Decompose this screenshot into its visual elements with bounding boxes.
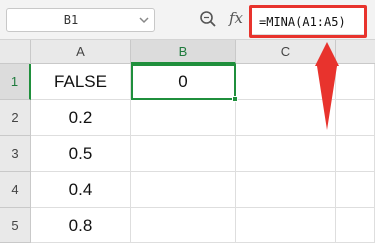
row-header-2[interactable]: 2: [0, 100, 31, 136]
column-header-blank[interactable]: [336, 40, 375, 64]
cell-a2[interactable]: 0.2: [31, 100, 131, 136]
cell-c5[interactable]: [236, 208, 336, 243]
column-header-a[interactable]: A: [31, 40, 131, 64]
active-cell-selection: [131, 64, 236, 100]
cell-d4[interactable]: [336, 172, 375, 208]
row-header-1[interactable]: 1: [0, 64, 31, 100]
column-header-b[interactable]: B: [131, 40, 236, 64]
cell-c3[interactable]: [236, 136, 336, 172]
row-header-3[interactable]: 3: [0, 136, 31, 172]
cell-a3[interactable]: 0.5: [31, 136, 131, 172]
cell-a4[interactable]: 0.4: [31, 172, 131, 208]
cell-c4[interactable]: [236, 172, 336, 208]
column-header-c[interactable]: C: [236, 40, 336, 64]
cell-d2[interactable]: [336, 100, 375, 136]
fx-icon[interactable]: fx: [226, 7, 246, 29]
row-header-4[interactable]: 4: [0, 172, 31, 208]
formula-highlight-box: [249, 5, 367, 38]
cell-d5[interactable]: [336, 208, 375, 243]
chevron-down-icon[interactable]: [138, 15, 150, 25]
cell-d1[interactable]: [336, 64, 375, 100]
row-header-5[interactable]: 5: [0, 208, 31, 243]
cell-d3[interactable]: [336, 136, 375, 172]
cell-b5[interactable]: [131, 208, 236, 243]
formula-bar: B1 fx =MINA(A1:A5): [0, 0, 375, 40]
fill-handle[interactable]: [232, 96, 238, 102]
zoom-search-icon[interactable]: [199, 10, 217, 28]
select-all-corner[interactable]: [0, 40, 31, 64]
cell-b2[interactable]: [131, 100, 236, 136]
cell-c2[interactable]: [236, 100, 336, 136]
cell-b3[interactable]: [131, 136, 236, 172]
spreadsheet-grid: A B C 1 FALSE 0 2 0.2 3 0.5 4 0.4 5 0.8: [0, 40, 375, 243]
name-box-value: B1: [63, 13, 79, 27]
cell-c1[interactable]: [236, 64, 336, 100]
cell-a1[interactable]: FALSE: [31, 64, 131, 100]
name-box[interactable]: B1: [6, 8, 155, 32]
cell-b4[interactable]: [131, 172, 236, 208]
cell-a5[interactable]: 0.8: [31, 208, 131, 243]
